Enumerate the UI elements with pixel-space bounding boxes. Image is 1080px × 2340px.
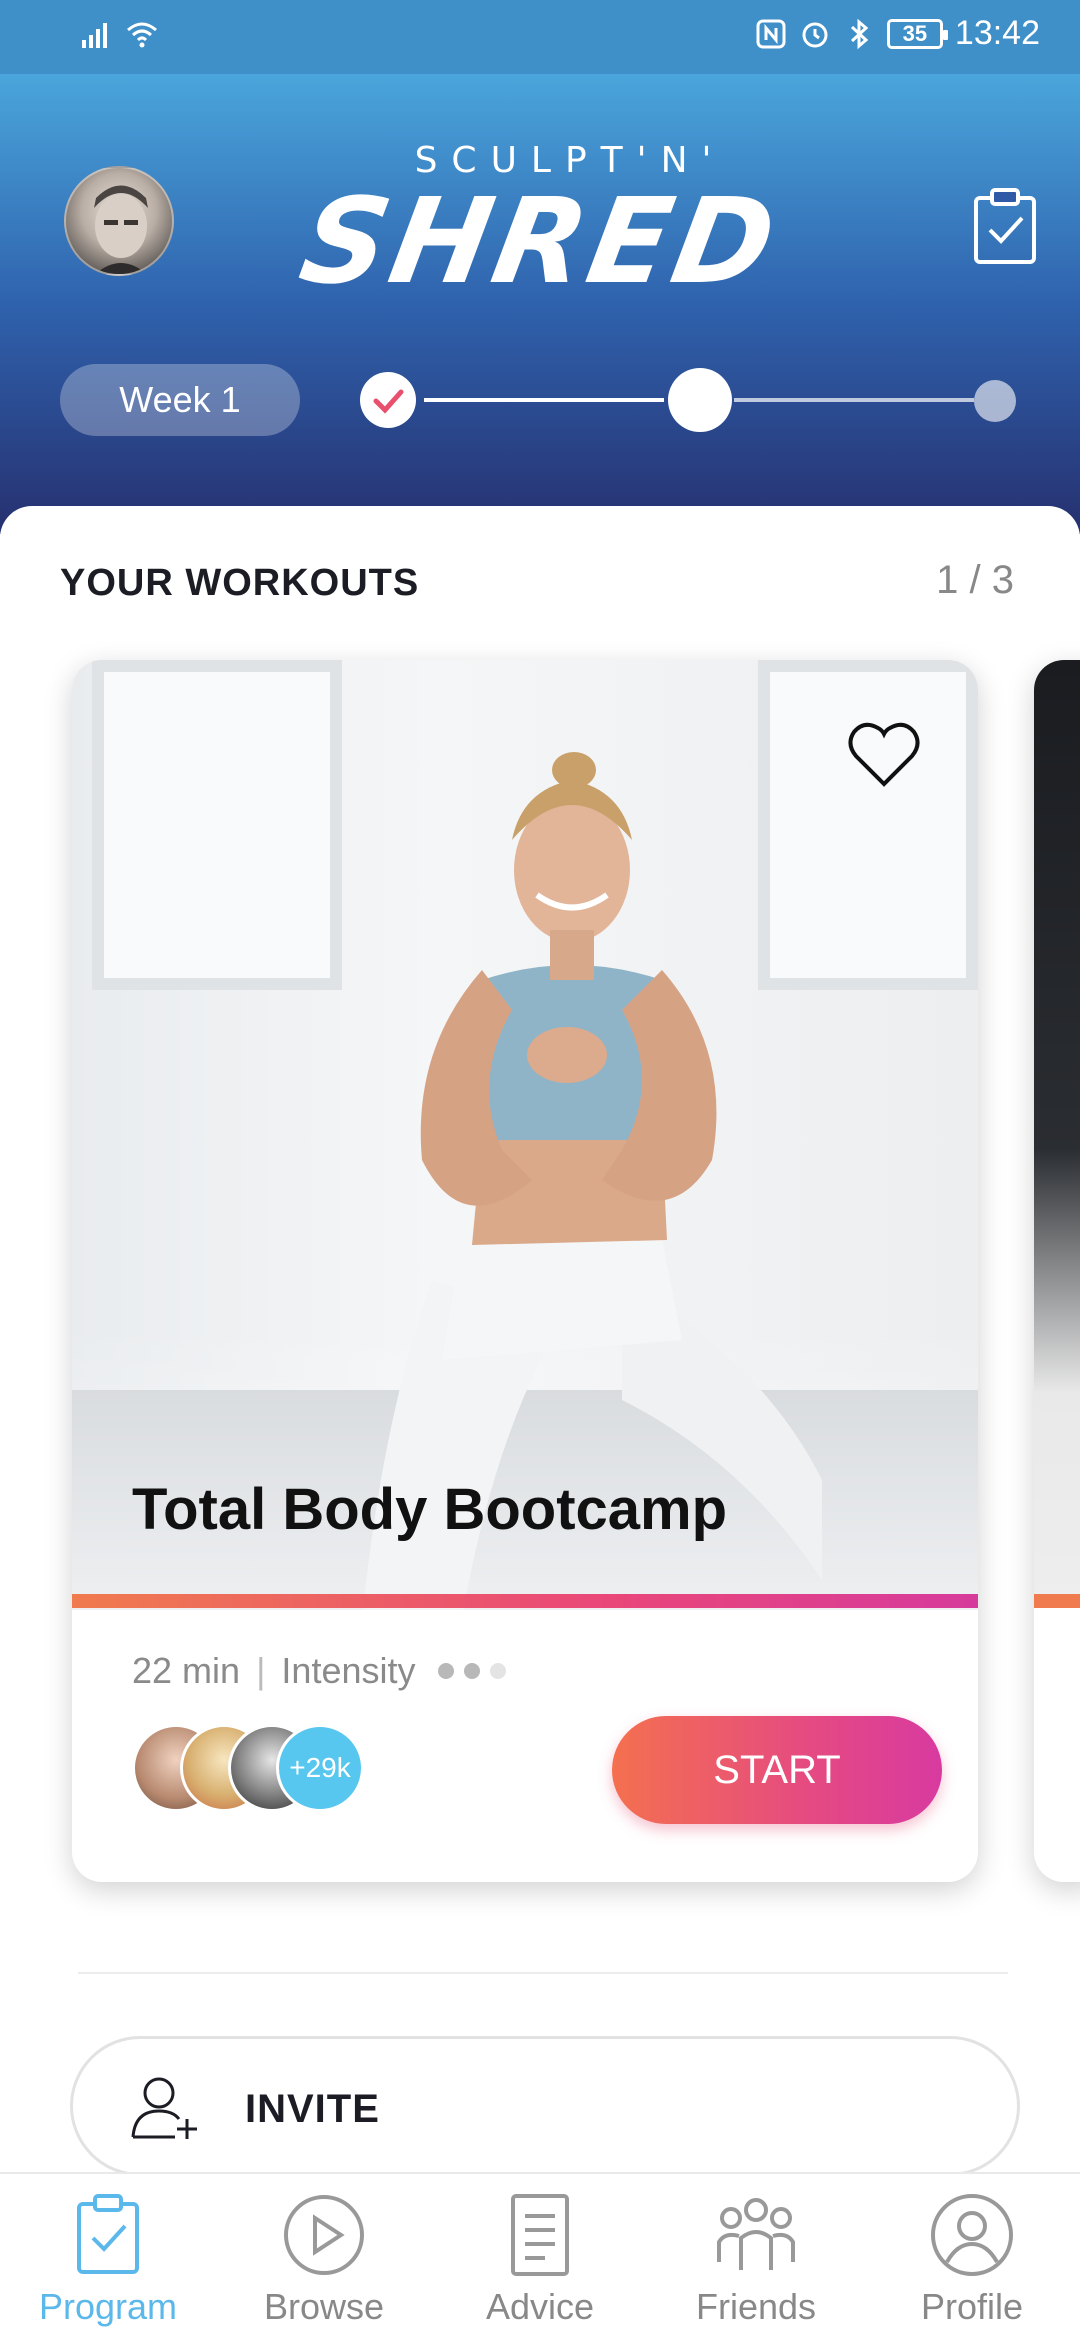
status-right: 35 13:42 (755, 14, 1040, 53)
nav-item-friends[interactable]: Friends (648, 2174, 864, 2340)
week-label: Week 1 (119, 379, 241, 420)
add-user-icon (131, 2077, 197, 2139)
participants-count: +29k (276, 1724, 364, 1812)
start-button[interactable]: START (612, 1716, 942, 1824)
nav-label: Profile (920, 2286, 1024, 2327)
nav-label: Browse (263, 2286, 385, 2327)
card-lower (1034, 1608, 1080, 1882)
battery-level: 35 (902, 20, 928, 46)
meta-separator: | (256, 1650, 266, 1691)
invite-button[interactable]: INVITE (70, 2036, 1020, 2176)
logo-title: SHRED (291, 172, 789, 310)
workout-card[interactable]: Total Body Bootcamp 22 min | Intensity +… (72, 660, 978, 1882)
progress-step-current[interactable] (668, 368, 732, 432)
card-accent-stripe (1034, 1594, 1080, 1608)
week-progress (360, 362, 1020, 438)
group-icon (717, 2198, 795, 2270)
nav-item-browse[interactable]: Browse (216, 2174, 432, 2340)
start-button-label: START (713, 1747, 841, 1792)
nfc-icon (756, 19, 786, 48)
next-workout-card[interactable] (1034, 660, 1080, 1882)
status-bar: 35 13:42 (0, 0, 1080, 74)
bluetooth-icon (850, 18, 869, 49)
alarm-icon (802, 22, 828, 47)
progress-line (424, 398, 664, 402)
intensity-label: Intensity (281, 1650, 416, 1691)
battery-icon: 35 (886, 18, 948, 49)
heart-outline-icon[interactable] (846, 720, 922, 790)
divider (78, 1972, 1008, 1974)
workout-title: Total Body Bootcamp (132, 1477, 728, 1542)
document-icon (511, 2194, 569, 2276)
workouts-panel: YOUR WORKOUTS 1 / 3 Total Body Bootcamp … (0, 506, 1080, 2176)
card-accent-stripe (72, 1594, 978, 1608)
clipboard-check-icon[interactable] (970, 186, 1040, 266)
intensity-dot-empty (489, 1663, 506, 1679)
progress-step-upcoming[interactable] (974, 380, 1016, 422)
wifi-icon (127, 22, 157, 48)
week-selector[interactable]: Week 1 (60, 364, 300, 436)
status-time: 13:42 (954, 14, 1040, 52)
intensity-dot-filled (463, 1663, 480, 1679)
workout-photo: Total Body Bootcamp (72, 660, 978, 1610)
workout-duration: 22 min (132, 1650, 241, 1691)
nav-item-program[interactable]: Program (0, 2174, 216, 2340)
nav-label: Friends (695, 2286, 817, 2327)
play-circle-icon (284, 2195, 364, 2275)
intensity-dot-filled (437, 1663, 454, 1679)
participants-avatars[interactable]: +29k (132, 1724, 372, 1814)
status-left (80, 18, 158, 50)
signal-icon (82, 23, 107, 48)
bottom-nav: Program Browse Advice Friends Profile (0, 2172, 1080, 2340)
nav-label: Advice (485, 2286, 595, 2327)
nav-item-advice[interactable]: Advice (432, 2174, 648, 2340)
check-icon (373, 389, 404, 414)
workout-meta: 22 min | Intensity (132, 1650, 506, 1692)
progress-step-done[interactable] (360, 372, 416, 428)
nav-label: Program (38, 2286, 178, 2327)
header: SCULPT'N' SHRED Week 1 (0, 74, 1080, 534)
workout-pager: 1 / 3 (936, 558, 1014, 602)
user-circle-icon (931, 2194, 1013, 2276)
intensity-dots (437, 1663, 506, 1679)
section-title: YOUR WORKOUTS (60, 562, 420, 604)
background-window (92, 660, 342, 990)
invite-label: INVITE (245, 2087, 380, 2131)
clipboard-check-icon (77, 2194, 139, 2274)
nav-item-profile[interactable]: Profile (864, 2174, 1080, 2340)
progress-line (734, 398, 974, 402)
